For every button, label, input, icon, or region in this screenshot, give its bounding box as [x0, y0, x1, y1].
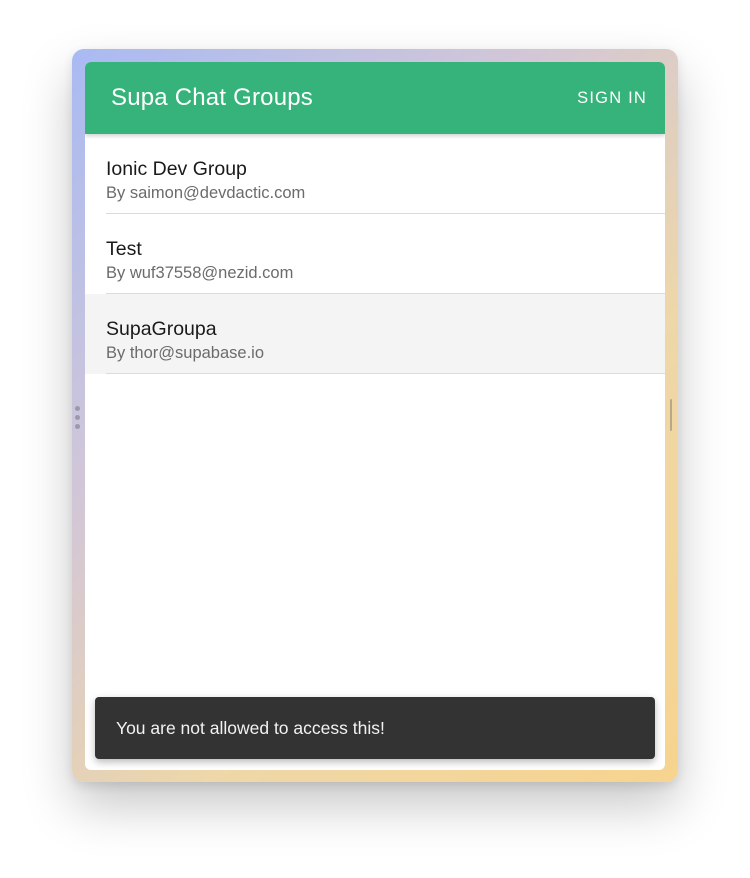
- group-name: SupaGroupa: [106, 318, 217, 340]
- list-item-test[interactable]: Test By wuf37558@nezid.com: [85, 214, 665, 294]
- list-item-ionic-dev-group[interactable]: Ionic Dev Group By saimon@devdactic.com: [85, 134, 665, 214]
- handle-dot: [75, 415, 80, 420]
- group-creator: By saimon@devdactic.com: [106, 184, 306, 202]
- handle-dot: [75, 424, 80, 429]
- resize-handle-right[interactable]: [670, 399, 672, 431]
- page-title: Supa Chat Groups: [111, 84, 313, 111]
- toast-message: You are not allowed to access this!: [116, 718, 385, 738]
- sign-in-button[interactable]: SIGN IN: [569, 82, 647, 114]
- handle-dot: [75, 406, 80, 411]
- group-creator: By thor@supabase.io: [106, 344, 265, 362]
- resize-handle-left[interactable]: [75, 406, 81, 436]
- group-name: Ionic Dev Group: [106, 158, 247, 180]
- toolbar: Supa Chat Groups SIGN IN: [85, 62, 665, 134]
- toast-notification: You are not allowed to access this!: [95, 697, 655, 759]
- app-screen: Supa Chat Groups SIGN IN Ionic Dev Group…: [85, 62, 665, 770]
- group-list: Ionic Dev Group By saimon@devdactic.com …: [85, 134, 665, 374]
- device-frame: Supa Chat Groups SIGN IN Ionic Dev Group…: [72, 49, 678, 782]
- list-item-supagroupa[interactable]: SupaGroupa By thor@supabase.io: [85, 294, 665, 374]
- group-creator: By wuf37558@nezid.com: [106, 264, 294, 282]
- group-name: Test: [106, 238, 142, 260]
